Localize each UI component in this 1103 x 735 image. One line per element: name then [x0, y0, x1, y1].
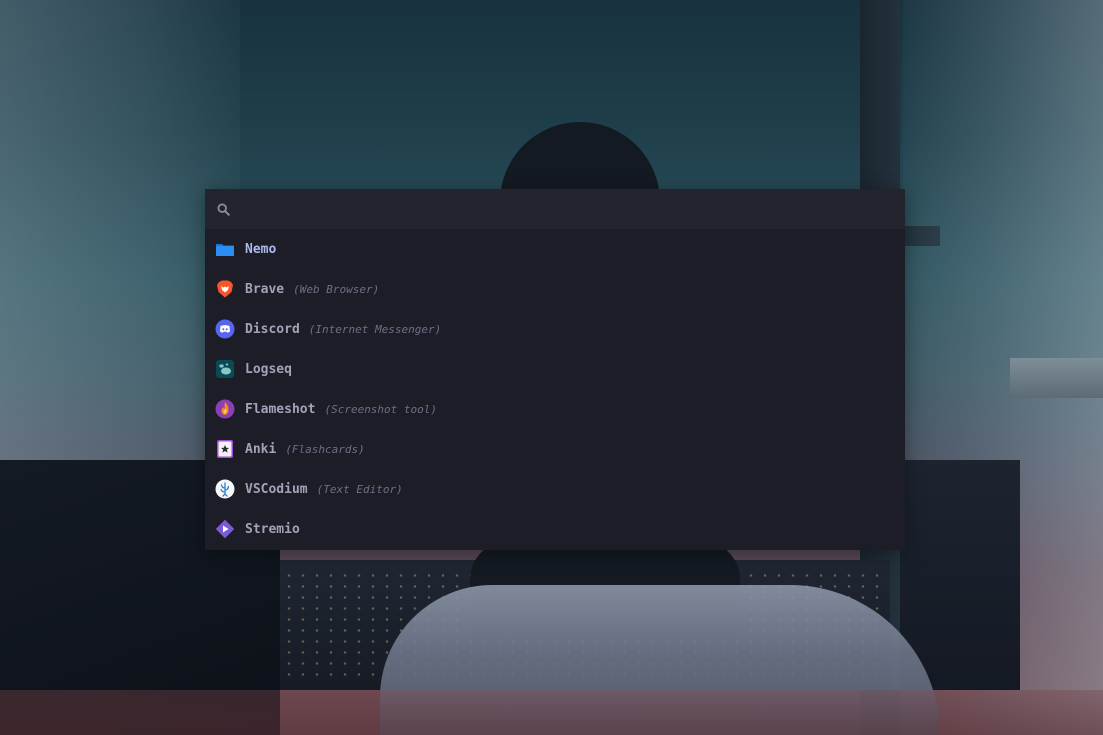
search-bar [205, 188, 905, 230]
discord-icon [215, 319, 235, 339]
desktop: Nemo Brave (Web Browser) Discord (Intern… [0, 0, 1103, 735]
app-name: VSCodium [245, 481, 308, 497]
app-name: Flameshot [245, 401, 316, 417]
list-item-stremio[interactable]: Stremio [205, 509, 905, 549]
app-description: (Text Editor) [316, 482, 403, 496]
app-description: (Internet Messenger) [308, 322, 442, 336]
app-name: Brave [245, 281, 285, 297]
wallpaper-ledge [1010, 358, 1103, 398]
app-name: Anki [245, 441, 277, 457]
list-item-brave[interactable]: Brave (Web Browser) [205, 269, 905, 309]
app-description: (Web Browser) [293, 282, 380, 296]
wallpaper-city-right [900, 460, 1020, 690]
list-item-flameshot[interactable]: Flameshot (Screenshot tool) [205, 389, 905, 429]
app-launcher: Nemo Brave (Web Browser) Discord (Intern… [205, 188, 905, 550]
anki-card-icon [215, 439, 235, 459]
folder-icon [215, 239, 235, 259]
search-input[interactable] [230, 188, 905, 230]
brave-lion-icon [215, 279, 235, 299]
list-item-anki[interactable]: Anki (Flashcards) [205, 429, 905, 469]
list-item-logseq[interactable]: Logseq [205, 349, 905, 389]
search-icon [216, 202, 230, 216]
vscodium-icon [215, 479, 235, 499]
stremio-icon [215, 519, 235, 539]
wallpaper-floor [0, 690, 1103, 735]
app-description: (Screenshot tool) [324, 402, 438, 416]
app-name: Nemo [245, 241, 277, 257]
logseq-icon [215, 359, 235, 379]
list-item-nemo[interactable]: Nemo [205, 229, 905, 269]
app-name: Stremio [245, 521, 300, 537]
app-list: Nemo Brave (Web Browser) Discord (Intern… [205, 229, 905, 549]
app-description: (Flashcards) [285, 442, 365, 456]
app-name: Discord [245, 321, 300, 337]
list-item-discord[interactable]: Discord (Internet Messenger) [205, 309, 905, 349]
flameshot-icon [215, 399, 235, 419]
app-name: Logseq [245, 361, 292, 377]
list-item-vscodium[interactable]: VSCodium (Text Editor) [205, 469, 905, 509]
